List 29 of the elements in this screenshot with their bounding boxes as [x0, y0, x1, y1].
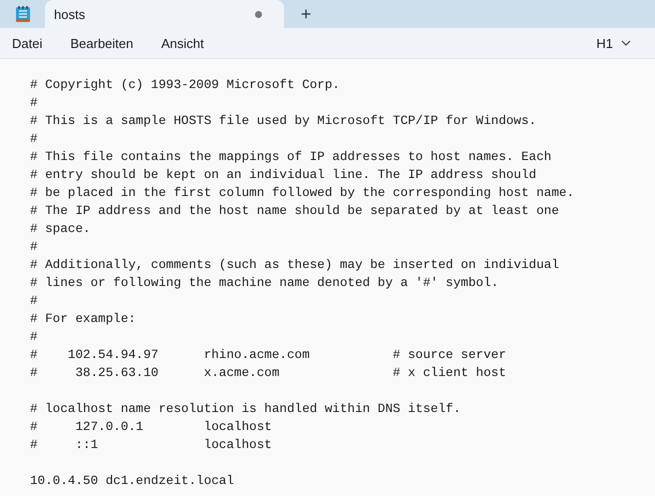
- text-line: # Additionally, comments (such as these) may be inserted on individual: [30, 257, 560, 274]
- text-line: # The IP address and the host name should be separated by at least one: [30, 203, 560, 220]
- text-line: # be placed in the first column followed by the corresponding host name.: [30, 185, 576, 202]
- text-line: # For example:: [30, 311, 137, 328]
- text-line: # Copyright (c) 1993-2009 Microsoft Corp.: [30, 77, 341, 94]
- text-line: #: [30, 95, 39, 112]
- text-line: #: [30, 293, 39, 310]
- text-line: # 38.25.63.10 x.acme.com # x client host: [30, 365, 508, 382]
- text-line: # ::1 localhost: [30, 437, 273, 454]
- text-line: # localhost name resolution is handled within DNS itself.: [30, 401, 462, 418]
- text-line: # 102.54.94.97 rhino.acme.com # source server: [30, 347, 508, 364]
- menu-item[interactable]: Datei: [12, 32, 42, 54]
- chevron-down-icon: [621, 40, 631, 46]
- menu-item[interactable]: Bearbeiten: [70, 32, 134, 54]
- text-line: # This file contains the mappings of IP addresses to host names. Each: [30, 149, 552, 166]
- text-line: #: [30, 239, 39, 256]
- new-tab-button[interactable]: +: [284, 0, 328, 28]
- notepad-icon: [14, 5, 30, 23]
- text-line: #: [30, 329, 39, 346]
- document-tab[interactable]: hosts: [45, 0, 284, 28]
- text-line: #: [30, 131, 39, 148]
- text-line: # entry should be kept on an individual line. The IP address should: [30, 167, 538, 184]
- text-line: # space.: [30, 221, 92, 238]
- text-line: 10.0.4.50 dc1.endzeit.local: [30, 473, 236, 490]
- text-line: # 127.0.0.1 localhost: [30, 419, 273, 436]
- menu-item[interactable]: Ansicht: [161, 32, 204, 54]
- text-line: # This is a sample HOSTS file used by Microsoft TCP/IP for Windows.: [30, 113, 538, 130]
- heading-dropdown[interactable]: H1: [594, 32, 633, 54]
- text-line: # lines or following the machine name denoted by a '#' symbol.: [30, 275, 500, 292]
